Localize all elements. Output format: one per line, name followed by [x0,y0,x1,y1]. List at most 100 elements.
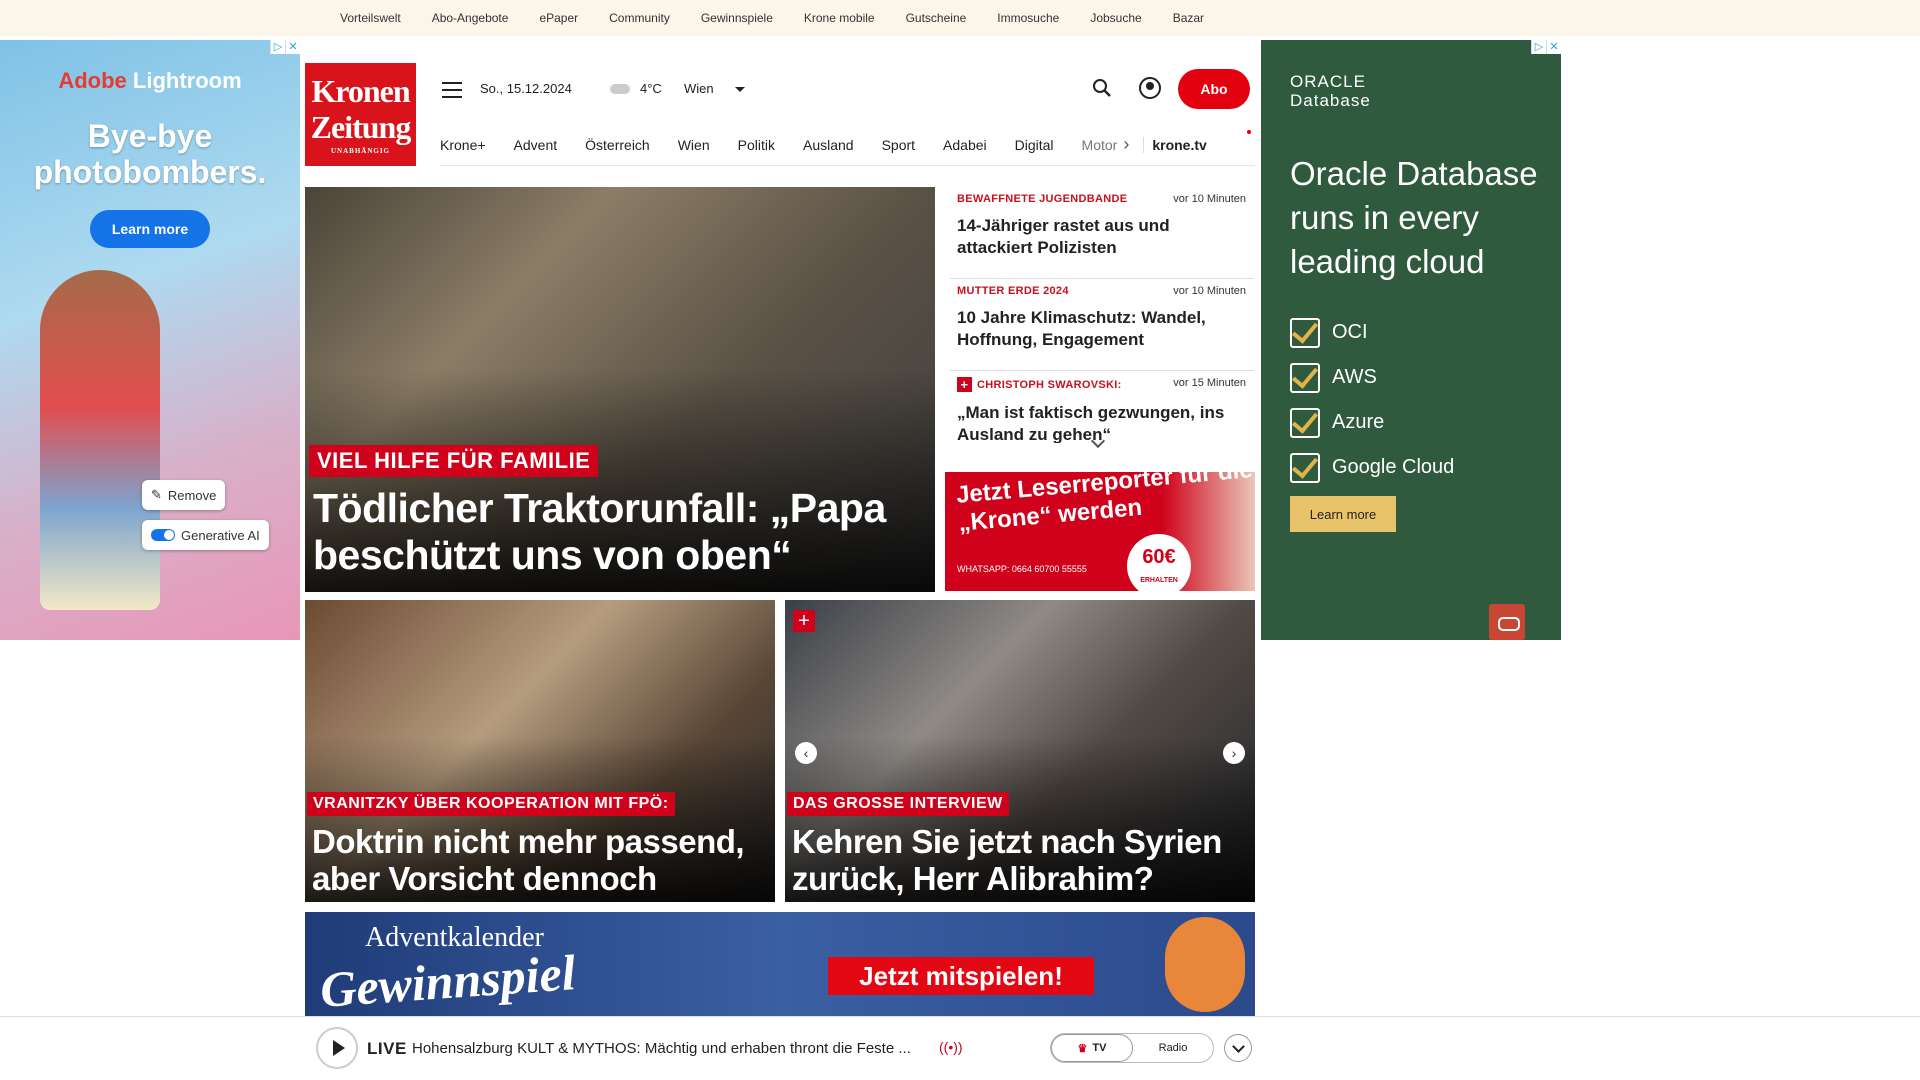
ticker-headline[interactable]: 14-Jähriger rastet aus und attackiert Po… [957,215,1248,259]
top-utility-bar: Vorteilswelt Abo-Angebote ePaper Communi… [0,0,1920,36]
link-community[interactable]: Community [609,11,670,25]
check-icon [1290,407,1320,438]
article-card[interactable]: VRANITZKY ÜBER KOOPERATION MIT FPÖ: Dokt… [305,600,775,902]
check-icon [1290,317,1320,348]
nav-item-sport[interactable]: Sport [882,137,915,153]
logo-line1: Kronen [311,73,410,109]
temperature: 4°C [640,81,662,96]
fox-mascot-icon [1165,917,1245,1012]
adchoices-icon[interactable]: ▷ [1531,40,1546,54]
ad-learn-more-button[interactable]: Learn more [90,210,210,248]
cloud-item: AWS [1290,355,1454,400]
leserreporter-banner[interactable]: Jetzt Leserreporter für die „Krone“ werd… [945,472,1255,591]
nav-item-digital[interactable]: Digital [1015,137,1054,153]
ad-close-icon[interactable]: ✕ [285,40,300,54]
nav-item-adabei[interactable]: Adabei [943,137,987,153]
hero-headline[interactable]: Tödlicher Traktorunfall: „Papa beschützt… [313,485,935,579]
link-gewinnspiele[interactable]: Gewinnspiele [701,11,773,25]
card-headline[interactable]: Doktrin nicht mehr passend, aber Vorsich… [312,823,775,902]
broadcast-icon: ((•)) [939,1039,963,1055]
ticker-time: vor 10 Minuten [1173,193,1246,205]
reward-amount: 60€ [1142,546,1176,568]
live-player-bar: LIVE Hohensalzburg KULT & MYTHOS: Mächti… [0,1016,1920,1080]
search-icon[interactable] [1092,78,1112,98]
adchoices-icon[interactable]: ▷ [270,40,285,54]
toggle-icon [151,529,175,541]
advent-subtitle: Gewinnspiel [318,944,578,1017]
ticker-item[interactable]: + CHRISTOPH SWAROVSKI: vor 15 Minuten „Ma… [950,371,1254,443]
menu-icon[interactable] [442,82,462,98]
krone-plus-icon: + [793,610,815,632]
mitspielen-button[interactable]: Jetzt mitspielen! [828,957,1094,995]
check-icon [1290,452,1320,483]
tv-toggle[interactable]: ♛ TV [1051,1034,1133,1062]
link-epaper[interactable]: ePaper [539,11,578,25]
nav-item-motor[interactable]: Motor [1082,137,1118,153]
radio-toggle[interactable]: Radio [1133,1034,1213,1062]
ad-close-icon[interactable]: ✕ [1546,40,1561,54]
chevron-down-icon[interactable] [735,87,745,92]
oracle-logo: ORACLE Database [1290,72,1371,110]
link-krone-mobile[interactable]: Krone mobile [804,11,875,25]
link-bazar[interactable]: Bazar [1173,11,1204,25]
tv-radio-switch[interactable]: ♛ TV Radio [1050,1033,1214,1063]
ad-learn-more-button[interactable]: Learn more [1290,496,1396,532]
hero-article[interactable]: VIEL HILFE FÜR FAMILIE Tödlicher Traktor… [305,187,935,592]
adchoices-badge[interactable]: ▷ ✕ [1531,40,1561,54]
play-icon[interactable] [316,1027,358,1069]
check-icon [1290,362,1320,393]
main-nav: Krone+ Advent Österreich Wien Politik Au… [440,124,1255,166]
tv-label: TV [1092,1042,1107,1054]
advent-banner[interactable]: Adventkalender Gewinnspiel Jetzt mitspie… [305,912,1255,1017]
ticker-item[interactable]: MUTTER ERDE 2024 vor 10 Minuten 10 Jahre… [950,279,1254,371]
oracle-logo-line1: ORACLE [1290,72,1366,91]
nav-item-politik[interactable]: Politik [738,137,775,153]
ad-left-lightroom[interactable]: ▷ ✕ Adobe Lightroom Bye-bye photobombers.… [0,40,300,640]
card-kicker: VRANITZKY ÜBER KOOPERATION MIT FPÖ: [307,792,675,816]
news-ticker: BEWAFFNETE JUGENDBANDE vor 10 Minuten 14… [950,187,1254,443]
reward-badge: 60€ ERHALTEN [1127,534,1191,591]
cloud-item: OCI [1290,310,1454,355]
leserreporter-text: Jetzt Leserreporter für die „Krone“ werd… [955,472,1254,537]
ad-right-oracle[interactable]: ▷ ✕ ORACLE Database Oracle Database runs i… [1261,40,1561,640]
carousel-prev-icon[interactable]: ‹ [795,742,817,764]
ad-person-image [40,270,160,610]
ticker-headline[interactable]: 10 Jahre Klimaschutz: Wandel, Hoffnung, … [957,307,1248,351]
remove-pill: ✎ Remove [142,480,226,510]
link-gutscheine[interactable]: Gutscheine [906,11,967,25]
cloud-list: OCI AWS Azure Google Cloud [1290,310,1454,490]
expand-player-icon[interactable] [1224,1034,1252,1062]
link-abo-angebote[interactable]: Abo-Angebote [432,11,509,25]
adchoices-badge[interactable]: ▷ ✕ [270,40,300,54]
link-immosuche[interactable]: Immosuche [997,11,1059,25]
kronen-zeitung-logo[interactable]: Kronen Zeitung UNABHÄNGIG [305,63,416,166]
account-icon[interactable] [1139,77,1161,99]
lightroom-wordmark: Lightroom [132,68,242,93]
ticker-time: vor 10 Minuten [1173,285,1246,297]
abo-button[interactable]: Abo [1178,69,1250,109]
link-jobsuche[interactable]: Jobsuche [1090,11,1141,25]
carousel-next-icon[interactable]: › [1223,742,1245,764]
article-card[interactable]: + ‹ › DAS GROSSE INTERVIEW Kehren Sie je… [785,600,1255,902]
nav-item-krone-plus[interactable]: Krone+ [440,137,486,153]
link-vorteilswelt[interactable]: Vorteilswelt [340,11,401,25]
nav-item-oesterreich[interactable]: Österreich [585,137,650,153]
nav-item-advent[interactable]: Advent [514,137,558,153]
nav-item-ausland[interactable]: Ausland [803,137,854,153]
nav-item-krone-tv[interactable]: krone.tv [1143,136,1207,153]
ad-headline: Oracle Database runs in every leading cl… [1290,155,1538,280]
adobe-wordmark: Adobe [58,68,127,93]
whatsapp-number: WHATSAPP: 0664 60700 55555 [957,564,1087,574]
player-title[interactable]: Hohensalzburg KULT & MYTHOS: Mächtig und… [412,1040,911,1057]
ticker-item[interactable]: BEWAFFNETE JUGENDBANDE vor 10 Minuten 14… [950,187,1254,279]
city-select[interactable]: Wien [684,81,714,96]
oracle-logo-line2: Database [1290,91,1371,110]
live-label: LIVE [367,1039,407,1058]
ticker-category-label: CHRISTOPH SWAROVSKI: [977,378,1122,391]
chevron-right-icon[interactable]: › [1123,134,1129,155]
oracle-badge-icon [1489,604,1525,640]
ticker-headline[interactable]: „Man ist faktisch gezwungen, ins Ausland… [957,402,1248,443]
card-headline[interactable]: Kehren Sie jetzt nach Syrien zurück, Her… [792,823,1255,897]
nav-item-wien[interactable]: Wien [678,137,710,153]
ad-brand: Adobe Lightroom [0,68,300,94]
